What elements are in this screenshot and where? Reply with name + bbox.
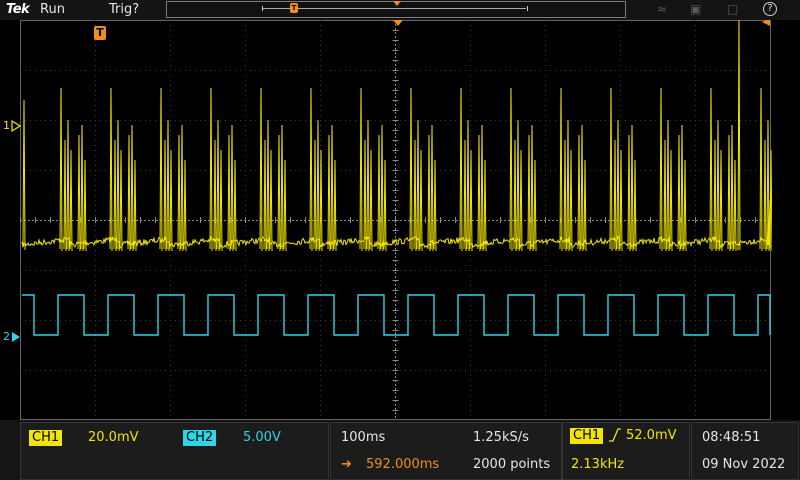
top-status-bar: Tek Run Trig? T ≈ ▣ □ ? (0, 0, 800, 20)
record-view-window[interactable] (262, 6, 528, 11)
screenshot-icon[interactable]: □ (727, 2, 738, 16)
ch1-ground-marker[interactable]: 1 (2, 119, 22, 133)
record-length-value: 2000 points (473, 457, 551, 472)
ch2-scale[interactable]: 5.00V (243, 430, 281, 445)
ch2-ground-marker[interactable]: 2 (2, 330, 22, 344)
clock-date: 09 Nov 2022 (702, 457, 786, 472)
trigger-state[interactable]: Trig? (109, 2, 139, 17)
ch1-ref-label: 1 (3, 119, 10, 132)
brand-logo: Tek (6, 2, 30, 17)
trigger-source-badge: CH1 (570, 428, 604, 444)
help-icon[interactable]: ? (763, 2, 777, 16)
ch2-badge[interactable]: CH2 (183, 430, 217, 446)
horizontal-settings-panel[interactable]: 100ms 1.25kS/s ➜ 592.000ms 2000 points (330, 422, 562, 480)
sample-rate-value: 1.25kS/s (473, 430, 529, 445)
ch1-scale[interactable]: 20.0mV (88, 430, 139, 445)
trigger-frequency-value: 2.13kHz (571, 457, 625, 472)
trigger-badge: T (94, 26, 106, 40)
timebase-value: 100ms (341, 430, 386, 445)
ch2-ref-label: 2 (3, 330, 10, 343)
clock-panel: 08:48:51 09 Nov 2022 (691, 422, 799, 480)
wifi-icon: ≈ (657, 2, 668, 16)
horizontal-position-value: 592.000ms (366, 457, 440, 472)
trigger-settings-panel[interactable]: CH1 52.0mV 2.13kHz (562, 422, 690, 480)
record-trigger-marker: T (290, 3, 298, 13)
channel-settings-panel: CH1 20.0mV CH2 5.00V (20, 422, 329, 480)
trigger-level-value: 52.0mV (626, 428, 677, 443)
clock-time: 08:48:51 (702, 430, 761, 445)
rising-edge-icon (609, 428, 621, 442)
network-icon: ▣ (690, 2, 702, 16)
ch1-badge[interactable]: CH1 (29, 430, 63, 446)
waveform-display[interactable] (20, 20, 772, 420)
acquisition-run-state[interactable]: Run (40, 2, 65, 17)
horizontal-position-arrow-icon: ➜ (341, 457, 352, 472)
ch1-ground-arrow-icon (11, 120, 21, 132)
ch2-ground-arrow-icon (12, 332, 20, 342)
record-position-marker (393, 1, 401, 6)
